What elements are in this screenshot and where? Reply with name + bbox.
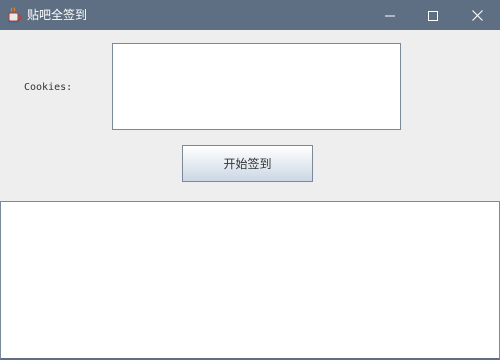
minimize-icon (385, 6, 395, 25)
maximize-button[interactable] (411, 0, 455, 30)
app-window: 贴吧全签到 Cookies: 开始签到 (0, 0, 500, 360)
cookies-label: Cookies: (24, 82, 73, 93)
close-button[interactable] (455, 0, 499, 30)
close-icon (471, 6, 483, 25)
window-title: 贴吧全签到 (27, 8, 88, 22)
java-cup-icon (7, 7, 22, 23)
minimize-button[interactable] (368, 0, 412, 30)
title-bar[interactable]: 贴吧全签到 (0, 0, 500, 30)
start-sign-in-button[interactable]: 开始签到 (182, 145, 313, 182)
output-log-area[interactable] (0, 201, 500, 360)
main-panel: Cookies: 开始签到 (0, 30, 500, 360)
cookies-input[interactable] (112, 43, 401, 130)
maximize-icon (428, 6, 438, 25)
